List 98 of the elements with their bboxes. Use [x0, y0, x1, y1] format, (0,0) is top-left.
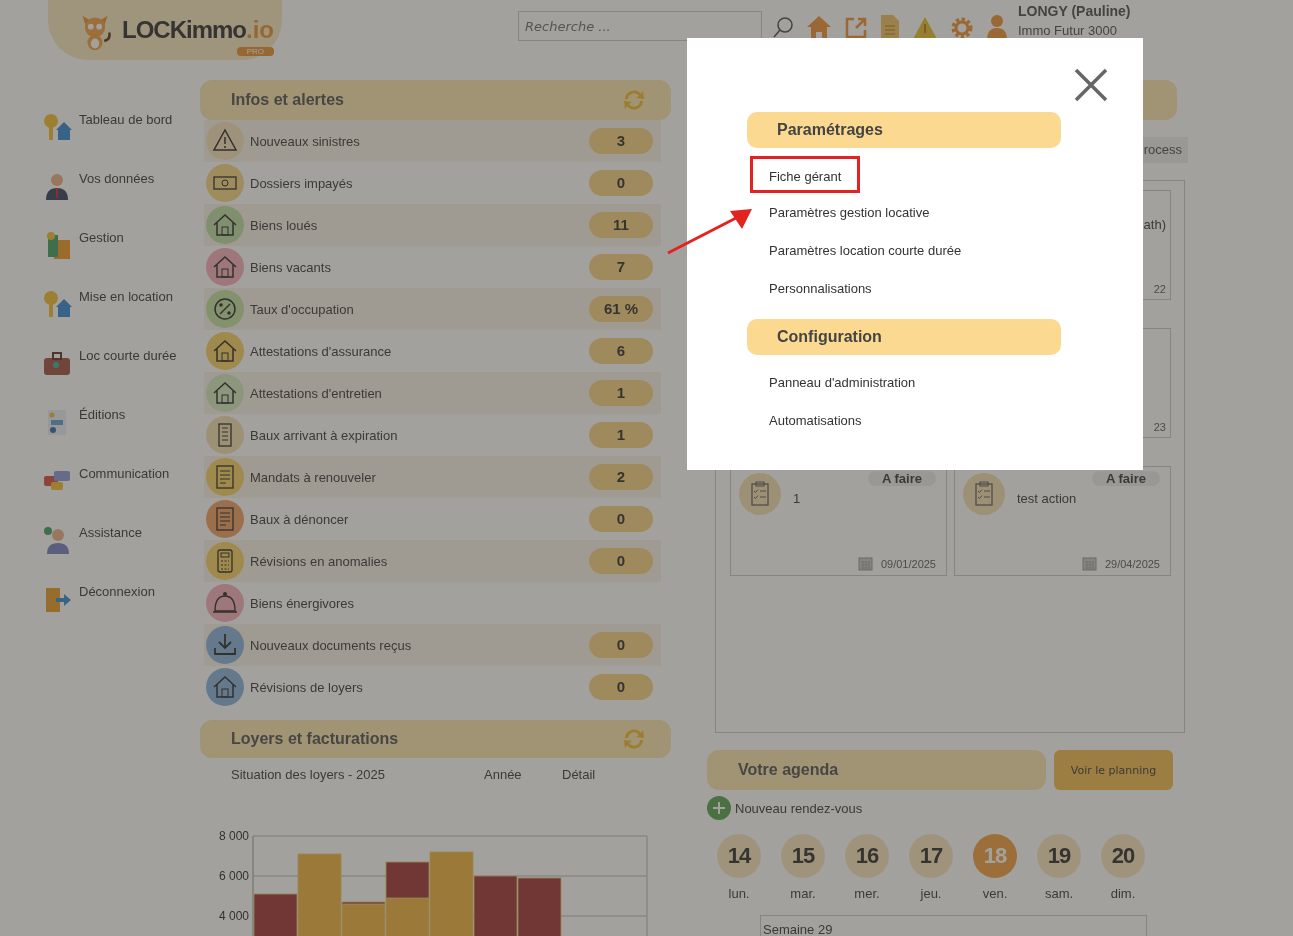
day-label: mer. [854, 886, 880, 901]
status-badge: A faire [868, 471, 936, 486]
panel-title: Loyers et facturations [231, 730, 399, 748]
menu-link[interactable]: Automatisations [769, 406, 862, 444]
task-date: 09/01/2025 [880, 557, 936, 570]
alert-label: Attestations d'assurance [250, 343, 393, 359]
count-badge: 0 [589, 632, 653, 658]
y-tick-label: 6 000 [218, 869, 249, 883]
planning-button[interactable]: Voir le planning [1054, 750, 1173, 790]
menu-link[interactable]: Paramètres gestion locative [769, 198, 930, 236]
chart-tab[interactable]: Détail [562, 767, 640, 828]
sidebar-item[interactable]: Mise en location [0, 289, 200, 348]
count-badge: 1 [589, 422, 653, 448]
panel-title: Infos et alertes [231, 91, 344, 109]
day-button[interactable]: 19 [1037, 834, 1081, 878]
count-badge: 1 [589, 380, 653, 406]
task-date: 23 [1153, 421, 1166, 433]
sidebar-item[interactable]: Éditions [0, 407, 200, 466]
day-button[interactable]: 20 [1101, 834, 1145, 878]
alert-row[interactable]: Révisions en anomalies 0 [204, 540, 661, 582]
alert-label: Nouveaux documents reçus [250, 637, 413, 653]
brand-suffix: .io [246, 16, 274, 44]
pro-badge: PRO [236, 47, 274, 56]
alert-label: Baux à dénoncer [250, 511, 350, 527]
alert-row[interactable]: Révisions de loyers 0 [204, 666, 661, 708]
day-label: dim. [1110, 886, 1136, 901]
alert-row[interactable]: Biens loués 11 [204, 204, 661, 246]
user-name: LONGY (Pauline) [1018, 3, 1131, 19]
day-button[interactable]: 16 [845, 834, 889, 878]
chart-subtitle: Situation des loyers - 2025 [231, 767, 386, 784]
alert-label: Révisions de loyers [250, 679, 364, 695]
alert-row[interactable]: Nouveaux documents reçus 0 [204, 624, 661, 666]
task-date: 22 [1153, 283, 1166, 295]
day-button[interactable]: 17 [909, 834, 953, 878]
task-date: 29/04/2025 [1104, 557, 1160, 570]
alert-label: Dossiers impayés [250, 175, 354, 191]
menu-link[interactable]: Personnalisations [769, 274, 872, 312]
count-badge: 0 [589, 548, 653, 574]
sidebar-item[interactable]: Loc courte durée [0, 348, 200, 407]
alert-row[interactable]: Baux arrivant à expiration 1 [204, 414, 661, 456]
day-button[interactable]: 14 [717, 834, 761, 878]
day-label: mar. [790, 886, 816, 901]
alert-row[interactable]: Taux d'occupation 61 % [204, 288, 661, 330]
status-badge: A faire [1092, 471, 1160, 486]
agency-name: Immo Futur 3000 [1018, 23, 1118, 38]
alert-label: Révisions en anomalies [250, 553, 389, 569]
count-badge: 0 [589, 170, 653, 196]
count-badge: 0 [589, 506, 653, 532]
alert-label: Nouveaux sinistres [250, 133, 361, 149]
alert-label: Biens vacants [250, 259, 332, 275]
section-title: Paramétrages [777, 121, 883, 139]
count-badge: 6 [589, 338, 653, 364]
day-label: sam. [1044, 886, 1074, 901]
alert-row[interactable]: Mandats à renouveler 2 [204, 456, 661, 498]
sidebar-item[interactable]: Gestion [0, 230, 200, 289]
panel-title: Votre agenda [738, 761, 839, 779]
alert-label: Baux arrivant à expiration [250, 427, 399, 443]
count-badge: 61 % [589, 296, 653, 322]
menu-link[interactable]: Panneau d'administration [769, 368, 916, 406]
alert-row[interactable]: Baux à dénoncer 0 [204, 498, 661, 540]
section-title: Configuration [777, 328, 882, 346]
task-title: test action [1017, 491, 1078, 506]
day-label: lun. [728, 886, 750, 901]
count-badge: 7 [589, 254, 653, 280]
alert-label: Biens loués [250, 217, 319, 233]
alert-label: Attestations d'entretien [250, 385, 383, 401]
alert-label: Mandats à renouveler [250, 469, 377, 485]
alert-row[interactable]: Attestations d'entretien 1 [204, 372, 661, 414]
sidebar-item[interactable]: Assistance [0, 525, 200, 584]
day-label: jeu. [920, 886, 942, 901]
task-title: ath) [1143, 217, 1166, 232]
search-field[interactable]: Recherche ... [518, 11, 762, 41]
chart-tab[interactable]: Année [484, 767, 562, 828]
alert-label: Biens énergivores [250, 595, 356, 611]
day-label: ven. [982, 886, 1008, 901]
sidebar-item[interactable]: Tableau de bord [0, 112, 200, 171]
highlighted-menu-link[interactable]: Fiche gérant [750, 156, 861, 193]
alert-row[interactable]: Dossiers impayés 0 [204, 162, 661, 204]
week-label: Semaine 29 [763, 922, 833, 936]
alert-label: Taux d'occupation [250, 301, 355, 317]
count-badge: 11 [589, 212, 653, 238]
menu-link[interactable]: Paramètres location courte durée [769, 236, 962, 274]
sidebar-item[interactable]: Déconnexion [0, 584, 200, 643]
day-button[interactable]: 15 [781, 834, 825, 878]
alert-row[interactable]: Nouveaux sinistres 3 [204, 120, 661, 162]
brand-name: LOCKimmo [122, 16, 246, 44]
y-tick-label: 4 000 [218, 909, 249, 923]
count-badge: 3 [589, 128, 653, 154]
task-title: 1 [793, 491, 802, 506]
count-badge: 0 [589, 674, 653, 700]
sidebar-item[interactable]: Communication [0, 466, 200, 525]
alert-row[interactable]: Attestations d'assurance 6 [204, 330, 661, 372]
count-badge: 2 [589, 464, 653, 490]
sidebar-item[interactable]: Vos données [0, 171, 200, 230]
new-appointment-link[interactable]: Nouveau rendez-vous [707, 796, 863, 820]
alert-row[interactable]: Biens énergivores [204, 582, 661, 624]
y-tick-label: 8 000 [218, 829, 249, 843]
alert-row[interactable]: Biens vacants 7 [204, 246, 661, 288]
